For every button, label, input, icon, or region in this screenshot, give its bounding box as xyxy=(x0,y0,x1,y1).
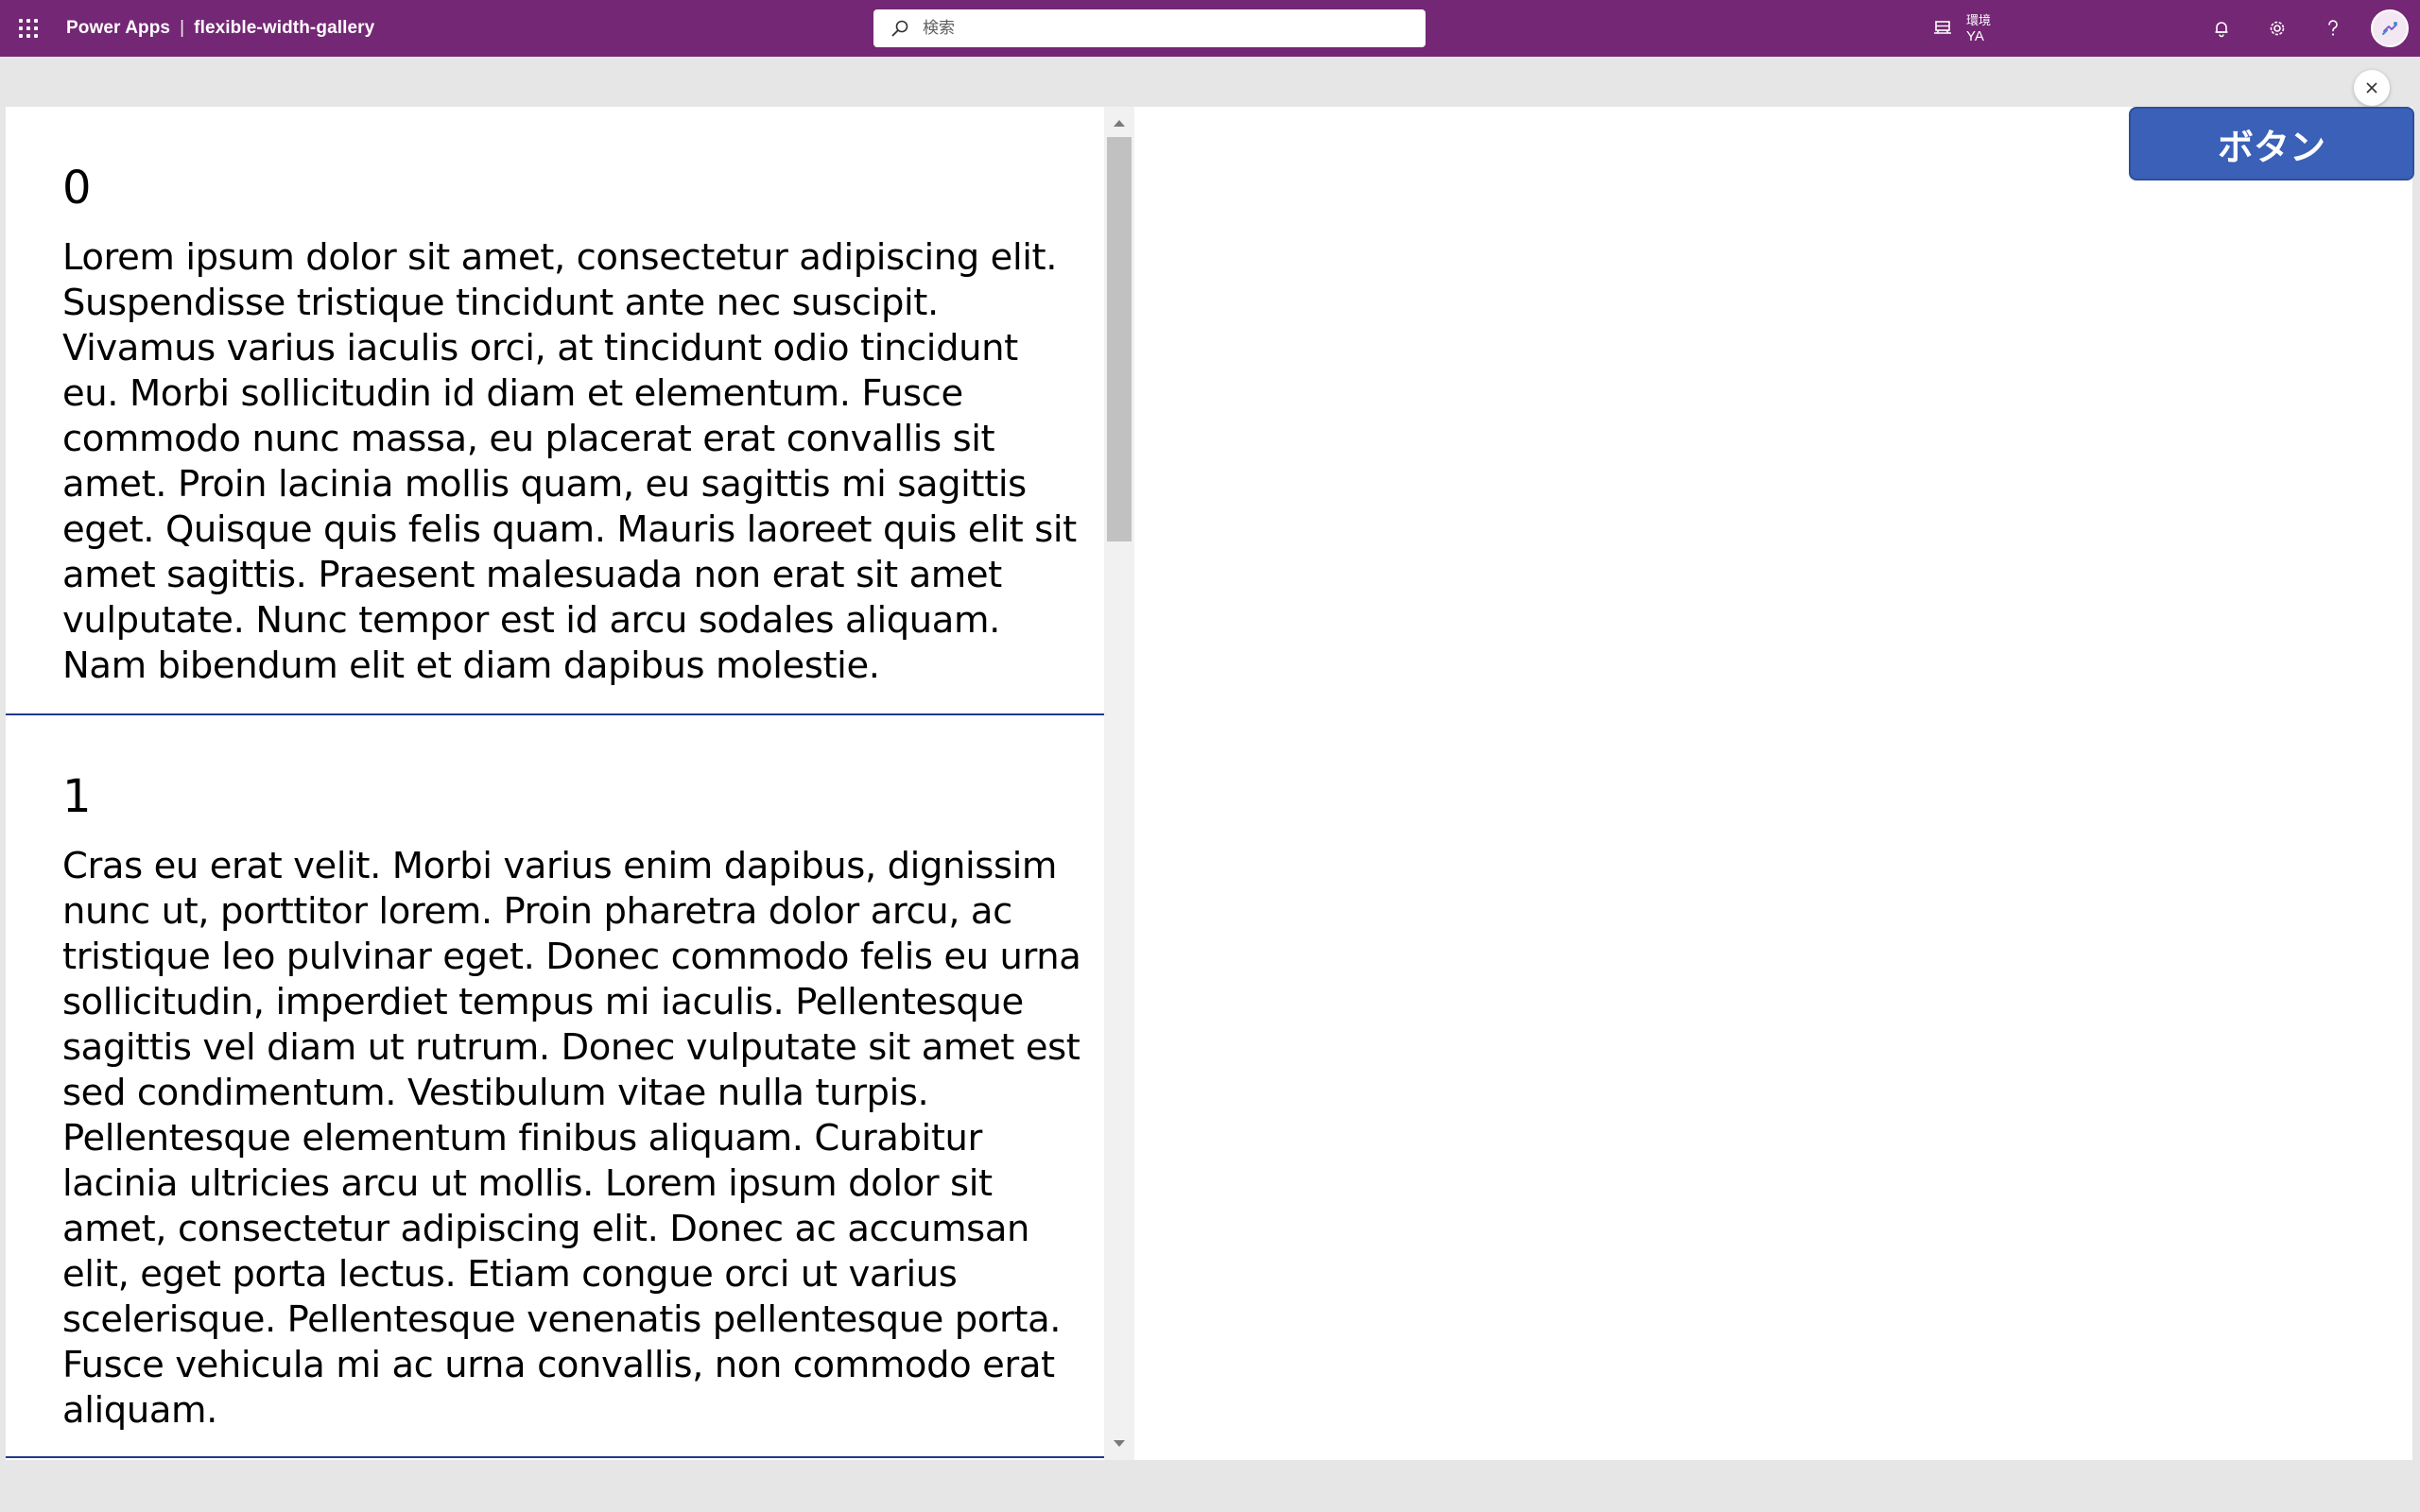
user-avatar[interactable] xyxy=(2371,9,2409,47)
search-input[interactable] xyxy=(921,9,1426,47)
screen-canvas xyxy=(1134,107,2412,1460)
app-title: flexible-width-gallery xyxy=(194,18,375,38)
item-text: Lorem ipsum dolor sit amet, consectetur … xyxy=(62,236,1077,687)
app-brand: Power Apps | flexible-width-gallery xyxy=(66,0,374,57)
gear-icon[interactable] xyxy=(2262,13,2292,43)
scroll-thumb[interactable] xyxy=(1107,137,1132,541)
item-text: Cras eu erat velit. Morbi varius enim da… xyxy=(62,845,1081,1432)
search-icon xyxy=(890,19,909,38)
waffle-icon[interactable] xyxy=(15,15,42,42)
action-button[interactable]: ボタン xyxy=(2129,107,2414,180)
app-header: Power Apps | flexible-width-gallery 環境 Y… xyxy=(0,0,2420,57)
environment-name: YA xyxy=(1966,28,1984,44)
close-button[interactable] xyxy=(2354,70,2390,106)
help-icon[interactable] xyxy=(2318,13,2348,43)
environment-picker[interactable]: 環境 YA xyxy=(1932,6,1991,51)
bell-icon[interactable] xyxy=(2206,13,2237,43)
item-index: 1 xyxy=(62,770,92,823)
gallery-item[interactable]: 0 Lorem ipsum dolor sit amet, consectetu… xyxy=(6,107,1104,715)
environment-icon xyxy=(1932,16,1953,42)
search-box[interactable] xyxy=(873,9,1426,47)
scroll-down-arrow-icon[interactable] xyxy=(1114,1440,1125,1447)
close-icon xyxy=(2366,82,2377,94)
gallery-scrollbar[interactable] xyxy=(1104,107,1134,1460)
environment-label: 環境 xyxy=(1966,13,1992,27)
gallery-item[interactable]: 1 Cras eu erat velit. Morbi varius enim … xyxy=(6,715,1104,1458)
item-index: 0 xyxy=(62,162,92,215)
brand-separator: | xyxy=(180,18,185,38)
app-name[interactable]: Power Apps xyxy=(66,18,170,39)
gallery[interactable]: 0 Lorem ipsum dolor sit amet, consectetu… xyxy=(6,107,1106,1460)
scroll-up-arrow-icon[interactable] xyxy=(1114,120,1125,127)
